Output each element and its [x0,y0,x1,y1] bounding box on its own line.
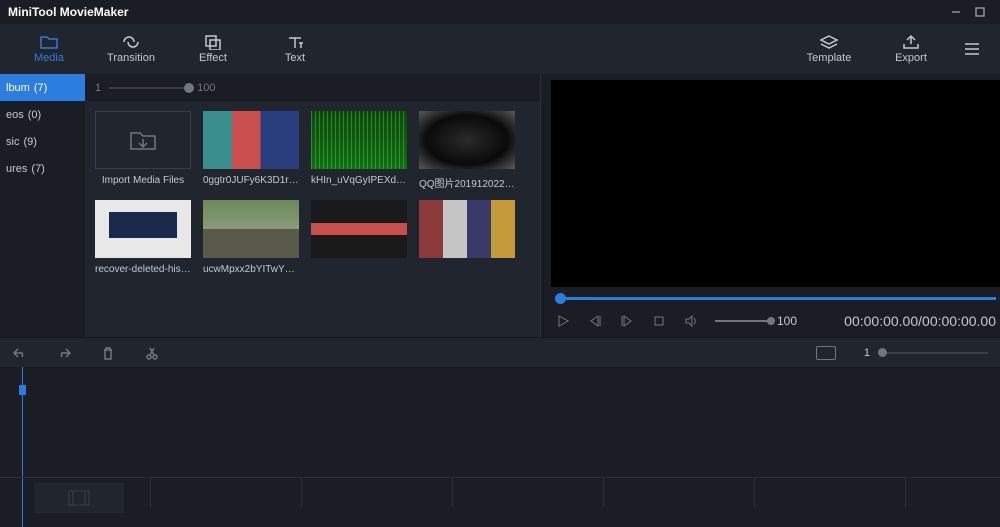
sidebar-item-videos[interactable]: eos (0) [0,101,85,128]
import-caption: Import Media Files [102,175,184,186]
sidebar-item-music[interactable]: sic (9) [0,128,85,155]
preview-panel: 100 00:00:00.00/00:00:00.00 [540,74,1000,337]
media-gallery: Import Media Files 0ggtr0JUFy6K3D1r_9aS.… [85,101,540,337]
media-thumbnail[interactable] [311,200,407,258]
media-thumbnail[interactable] [95,200,191,258]
zoom-value: 1 [864,347,870,359]
tab-transition[interactable]: Transition [90,24,172,74]
template-icon [819,34,839,50]
sidebar-item-count: (7) [31,163,44,175]
import-media-button[interactable] [95,111,191,169]
media-thumbnail[interactable] [311,111,407,169]
volume-icon[interactable] [683,313,699,329]
video-track-placeholder[interactable] [34,483,124,513]
play-button[interactable] [555,313,571,329]
timeline-ruler[interactable] [0,477,1000,507]
media-thumbnail[interactable] [203,111,299,169]
media-item[interactable]: QQ图片20191202215506 [413,111,521,190]
redo-button[interactable] [56,345,72,361]
main-toolbar: Media Transition Effect Text Template Ex… [0,24,1000,74]
next-frame-button[interactable] [619,313,635,329]
tab-effect-label: Effect [199,52,227,64]
app-title: MiniTool MovieMaker [8,5,128,19]
tab-template-label: Template [807,52,852,64]
media-item[interactable]: kHIn_uVqGyIPEXd6D... [305,111,413,190]
export-label: Export [895,52,927,64]
tab-effect[interactable]: Effect [172,24,254,74]
transition-icon [121,34,141,50]
tab-transition-label: Transition [107,52,155,64]
split-button[interactable] [144,345,160,361]
folder-icon [39,34,59,50]
sidebar-item-count: (9) [23,136,36,148]
media-item[interactable]: ucwMpxx2bYITwY7rZ... [197,200,305,275]
gallery-slider-bar: 1 100 [85,74,540,101]
timeline-zoom: 1 [864,347,988,359]
tab-template[interactable]: Template [788,24,870,74]
media-caption: kHIn_uVqGyIPEXd6D... [311,175,407,186]
volume-value: 100 [777,314,797,328]
effect-icon [203,34,223,50]
delete-button[interactable] [100,345,116,361]
time-current: 00:00:00.00 [844,313,918,329]
import-folder-icon [128,128,158,152]
zoom-slider[interactable] [878,352,988,354]
media-caption: recover-deleted-histor... [95,264,191,275]
volume-slider[interactable]: 100 [715,314,797,328]
media-caption: QQ图片20191202215506 [419,175,515,190]
media-thumbnail[interactable] [203,200,299,258]
slider-max-label: 100 [197,82,215,94]
aspect-ratio-button[interactable] [816,346,836,360]
preview-scrubber[interactable] [551,291,1000,305]
sidebar-item-count: (0) [28,109,41,121]
gallery-column: 1 100 Import Media Files 0ggtr0JUFy6K3D1… [85,74,540,337]
timeline[interactable] [0,367,1000,527]
media-caption: 0ggtr0JUFy6K3D1r_9aS... [203,175,299,186]
thumbnail-size-slider[interactable] [109,87,189,89]
sidebar-item-label: eos [6,109,24,121]
hamburger-icon [963,42,981,56]
media-item[interactable]: recover-deleted-histor... [89,200,197,275]
maximize-button[interactable] [968,0,992,24]
preview-controls: 100 00:00:00.00/00:00:00.00 [551,305,1000,337]
undo-button[interactable] [12,345,28,361]
tab-text[interactable]: Text [254,24,336,74]
text-icon [285,34,305,50]
tab-media-label: Media [34,52,64,64]
timecode-display: 00:00:00.00/00:00:00.00 [844,313,996,329]
clip-icon [67,489,91,507]
middle-area: lbum (7) eos (0) sic (9) ures (7) 1 100 [0,74,1000,337]
media-caption: ucwMpxx2bYITwY7rZ... [203,264,299,275]
sidebar-item-label: sic [6,136,19,148]
sidebar-item-label: ures [6,163,27,175]
media-item[interactable]: 0ggtr0JUFy6K3D1r_9aS... [197,111,305,190]
media-item[interactable] [413,200,521,275]
media-sidebar: lbum (7) eos (0) sic (9) ures (7) [0,74,85,337]
stop-button[interactable] [651,313,667,329]
media-thumbnail[interactable] [419,111,515,169]
slider-min-label: 1 [95,82,101,94]
media-item[interactable] [305,200,413,275]
preview-screen[interactable] [551,80,1000,287]
sidebar-item-pictures[interactable]: ures (7) [0,155,85,182]
sidebar-item-album[interactable]: lbum (7) [0,74,85,101]
media-thumbnail[interactable] [419,200,515,258]
tab-media[interactable]: Media [8,24,90,74]
tab-text-label: Text [285,52,305,64]
menu-button[interactable] [952,24,992,74]
prev-frame-button[interactable] [587,313,603,329]
time-total: 00:00:00.00 [922,313,996,329]
timeline-toolbar: 1 [0,337,1000,367]
import-cell[interactable]: Import Media Files [89,111,197,190]
title-bar: MiniTool MovieMaker [0,0,1000,24]
sidebar-item-count: (7) [34,82,47,94]
export-icon [901,34,921,50]
minimize-button[interactable] [944,0,968,24]
export-button[interactable]: Export [870,24,952,74]
sidebar-item-label: lbum [6,82,30,94]
